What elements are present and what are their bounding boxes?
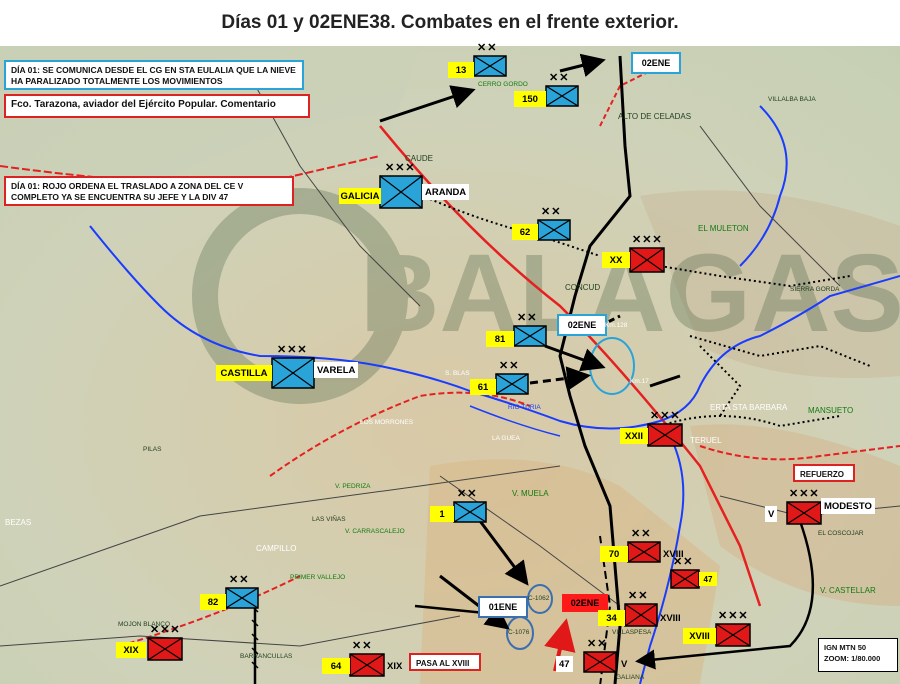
unit-label[interactable]: XVIII — [657, 610, 684, 626]
place-label: Km.128 — [605, 322, 628, 329]
place-label: LA GUEA — [492, 435, 520, 442]
unit-label[interactable]: XIX — [116, 642, 146, 658]
place-label: EL COSCOJAR — [818, 530, 864, 537]
note-tarazona: Fco. Tarazona, aviador del Ejército Popu… — [4, 94, 310, 118]
unit-label[interactable]: V — [765, 506, 778, 522]
echelon-marker: ✕✕ — [517, 312, 538, 324]
place-label: BARRANCULLAS — [240, 653, 293, 660]
echelon-marker: ✕✕ — [499, 360, 520, 372]
note-day01-snow: DÍA 01: SE COMUNICA DESDE EL CG EN STA E… — [4, 60, 304, 90]
place-label: LOS MORRONES — [360, 419, 414, 426]
place-label: VILLASPESA — [612, 629, 652, 636]
unit-label[interactable]: 13 — [448, 62, 474, 78]
unit-label[interactable]: V — [618, 656, 630, 672]
unit-label[interactable]: 64 — [322, 658, 350, 674]
place-label: CERRO GORDO — [478, 81, 528, 88]
place-label: SIERRA GORDA — [790, 286, 840, 293]
echelon-marker: ✕✕✕ — [277, 344, 308, 356]
unit-label[interactable]: XX — [602, 252, 630, 268]
commander-label[interactable]: VARELA — [314, 362, 359, 378]
echelon-marker: ✕✕ — [628, 590, 649, 602]
unit-label[interactable]: XVIII — [660, 546, 687, 562]
echelon-marker: ✕✕ — [549, 72, 570, 84]
place-label: RIO TURIA — [508, 404, 541, 411]
note-day01-order: DÍA 01: ROJO ORDENA EL TRASLADO A ZONA D… — [4, 176, 294, 206]
date-label: 01ENE — [478, 596, 528, 618]
place-label: V. CASTELLAR — [820, 586, 876, 595]
commander-label[interactable]: MODESTO — [821, 498, 875, 514]
note-pasa-xviii: PASA AL XVIII — [409, 653, 481, 671]
place-label: CAMPILLO — [256, 544, 297, 553]
place-label: GALIANA — [616, 674, 645, 681]
page-title: Días 01 y 02ENE38. Combates en el frente… — [221, 12, 679, 33]
place-label: PILAS — [143, 446, 162, 453]
place-label: PRIMER VALLEJO — [290, 574, 346, 581]
echelon-marker: ✕✕✕ — [650, 410, 681, 422]
place-label: CAUDE — [405, 154, 434, 163]
place-label: CONCUD — [565, 283, 601, 292]
place-label: C-1076 — [508, 629, 530, 636]
place-label: MANSUETO — [808, 406, 854, 415]
unit-label[interactable]: 61 — [470, 379, 496, 395]
place-label: BEZAS — [5, 518, 32, 527]
echelon-marker: ✕✕ — [541, 206, 562, 218]
map-base: BALAGAS — [0, 46, 900, 684]
place-label: Km.17 — [630, 378, 649, 385]
place-label: MOJON BLANCO — [118, 621, 171, 628]
place-label: LAS VIÑAS — [312, 516, 346, 523]
unit-label[interactable]: 62 — [512, 224, 538, 240]
map-credit: IGN MTN 50 ZOOM: 1/80.000 — [818, 638, 898, 672]
place-label: VILLALBA BAJA — [768, 96, 816, 103]
echelon-marker: ✕✕ — [457, 488, 478, 500]
unit-label[interactable]: XIX — [384, 658, 405, 674]
date-label: 02ENE — [557, 314, 607, 336]
unit-label[interactable]: 82 — [200, 594, 226, 610]
place-label: V. CARRASCALEJO — [345, 528, 405, 535]
place-label: V. PEDRIZA — [335, 483, 371, 490]
place-label: V. MUELA — [512, 489, 549, 498]
echelon-marker: ✕✕ — [587, 638, 608, 650]
echelon-marker: ✕✕ — [477, 42, 498, 54]
unit-label[interactable]: 81 — [486, 331, 514, 347]
note-refuerzo: REFUERZO — [793, 464, 855, 482]
unit-label[interactable]: XVIII — [683, 628, 716, 644]
echelon-marker: ✕✕✕ — [789, 488, 820, 500]
unit-label[interactable]: 47 — [556, 656, 573, 672]
echelon-marker: ✕✕ — [352, 640, 373, 652]
echelon-marker: ✕✕✕ — [632, 234, 663, 246]
unit-label[interactable]: CASTILLA — [216, 365, 272, 381]
place-label: S. BLAS — [445, 370, 470, 377]
unit-label[interactable]: 1 — [430, 506, 454, 522]
place-label: ERTA STA BARBARA — [710, 403, 788, 412]
unit-label[interactable]: 150 — [514, 91, 546, 107]
unit-label[interactable]: 70 — [600, 546, 628, 562]
date-label: 02ENE — [631, 52, 681, 74]
unit-label[interactable]: XXII — [620, 428, 648, 444]
place-label: ALTO DE CELADAS — [618, 112, 692, 121]
place-label: EL MULETON — [698, 224, 749, 233]
unit-label[interactable]: 34 — [598, 610, 625, 626]
echelon-marker: ✕✕ — [229, 574, 250, 586]
echelon-marker: ✕✕ — [631, 528, 652, 540]
unit-label[interactable]: 47 — [699, 572, 717, 586]
commander-label[interactable]: ARANDA — [422, 184, 470, 200]
place-label: TERUEL — [690, 436, 722, 445]
unit-label[interactable]: GALICIA — [339, 188, 381, 204]
place-label: C-1062 — [528, 595, 550, 602]
map-area[interactable]: BALAGAS ✕✕ ✕✕ ✕✕✕ ✕✕ ✕✕✕ ✕✕ ✕✕✕ ✕✕ ✕✕✕ ✕… — [0, 42, 900, 684]
echelon-marker: ✕✕✕ — [718, 610, 749, 622]
